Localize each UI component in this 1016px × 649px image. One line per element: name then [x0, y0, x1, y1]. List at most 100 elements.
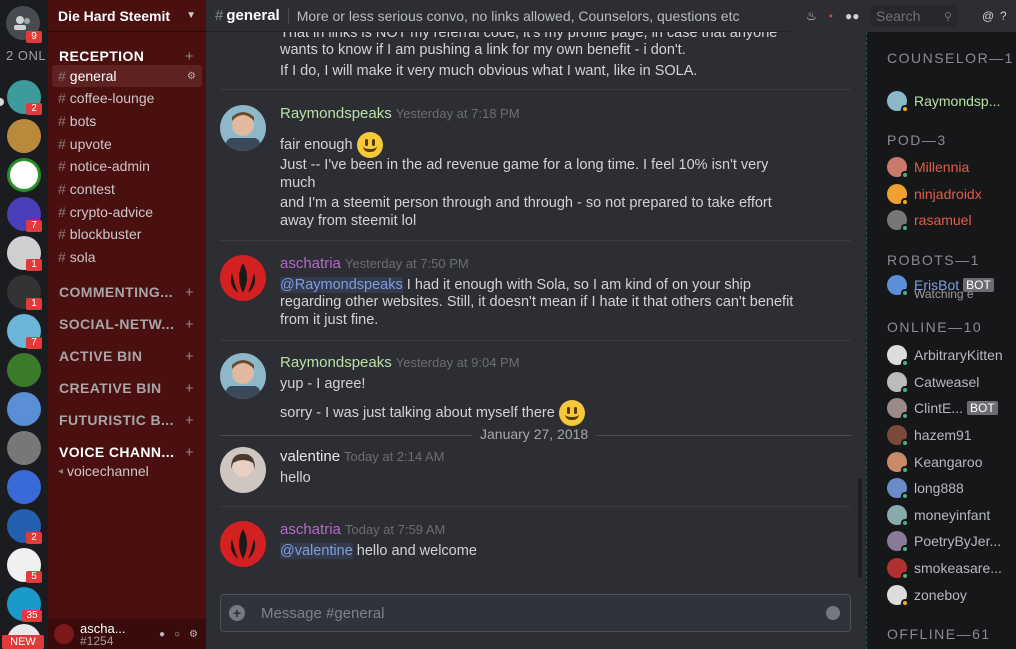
mic-icon[interactable]: ● [159, 629, 165, 640]
message-text: hello and welcome [352, 543, 477, 559]
message-author[interactable]: Raymondspeaks [280, 105, 392, 122]
gear-icon[interactable]: ⚙ [189, 629, 198, 640]
server-header[interactable]: Die Hard Steemit ▼ [48, 0, 206, 32]
mention-icon[interactable]: @ [982, 9, 994, 23]
home-mention-badge: 9 [26, 31, 42, 43]
hash-icon: # [58, 113, 66, 129]
member-item[interactable]: smokeasare... [887, 558, 1002, 580]
message-author[interactable]: aschatria [280, 255, 341, 272]
member-item[interactable]: Catweasel [887, 372, 979, 394]
category-label: CREATIVE BIN [59, 380, 162, 396]
add-channel-icon[interactable]: + [185, 444, 194, 461]
member-item[interactable]: Millennia [887, 157, 969, 179]
server-icon[interactable] [7, 470, 41, 504]
member-item[interactable]: zoneboy [887, 585, 967, 607]
member-item[interactable]: ninjadroidx [887, 184, 982, 206]
server-icon[interactable] [7, 392, 41, 426]
channel-blockbuster[interactable]: # blockbuster [52, 223, 202, 245]
channel-settings-icon[interactable]: ⚙ [187, 71, 196, 82]
avatar [887, 275, 909, 297]
category-reception[interactable]: RECEPTION + [48, 45, 206, 67]
avatar[interactable] [220, 105, 266, 151]
add-channel-icon[interactable]: + [185, 412, 194, 429]
message-line: hello [280, 470, 311, 486]
online-count: 2 ONL [6, 48, 47, 63]
category-active-bin[interactable]: ACTIVE BIN + [48, 345, 206, 367]
add-channel-icon[interactable]: + [185, 316, 194, 333]
member-item[interactable]: ArbitraryKitten [887, 345, 1003, 367]
member-list-icon[interactable]: ●● [845, 9, 860, 23]
new-badge: NEW [2, 635, 44, 649]
category-creative-bin[interactable]: CREATIVE BIN + [48, 377, 206, 399]
message-line: @Raymondspeaks I had it enough with Sola… [280, 276, 840, 294]
add-channel-icon[interactable]: + [185, 284, 194, 301]
category-social-network[interactable]: SOCIAL-NETW... + [48, 313, 206, 335]
avatar [887, 91, 909, 113]
user-mention[interactable]: @valentine [280, 543, 353, 559]
server-badge: 5 [26, 571, 42, 583]
channel-notice-admin[interactable]: # notice-admin [52, 155, 202, 177]
channel-topic: More or less serious convo, no links all… [296, 7, 740, 24]
category-futuristic[interactable]: FUTURISTIC B... + [48, 409, 206, 431]
member-item[interactable]: PoetryByJer... [887, 531, 1001, 553]
add-channel-icon[interactable]: + [185, 348, 194, 365]
member-item[interactable]: moneyinfant [887, 505, 990, 527]
user-mention[interactable]: @Raymondspeaks [280, 277, 403, 293]
message-divider [220, 506, 851, 507]
avatar[interactable] [220, 447, 266, 493]
message-author[interactable]: Raymondspeaks [280, 354, 392, 371]
user-panel: ascha... #1254 ● ○ ⚙ [48, 619, 206, 649]
server-icon[interactable] [7, 158, 41, 192]
channel-crypto-advice[interactable]: # crypto-advice [52, 201, 202, 223]
smiley-icon [558, 400, 585, 426]
upload-plus-icon[interactable]: + [229, 605, 245, 621]
date-divider: January 27, 2018 [220, 426, 851, 442]
user-avatar-image [226, 360, 260, 399]
message-line: yup - I agree! [280, 376, 366, 392]
server-icon[interactable] [7, 353, 41, 387]
member-item[interactable]: Raymondsp... [887, 91, 1000, 113]
member-item[interactable]: rasamuel [887, 210, 972, 232]
pin-icon[interactable]: • [829, 9, 833, 23]
server-icon[interactable] [7, 431, 41, 465]
channel-bots[interactable]: # bots [52, 110, 202, 132]
server-icon[interactable] [7, 119, 41, 153]
avatar [887, 345, 909, 367]
voice-channel[interactable]: ◂ voicechannel [52, 460, 202, 482]
channel-sola[interactable]: # sola [52, 246, 202, 268]
message-timestamp: Today at 7:59 AM [344, 522, 446, 537]
avatar[interactable] [220, 521, 266, 567]
avatar[interactable] [54, 624, 74, 644]
member-item[interactable]: Keangaroo [887, 452, 983, 474]
add-channel-icon[interactable]: + [185, 48, 194, 65]
hash-icon: # [215, 7, 224, 24]
message-author[interactable]: valentine [280, 448, 340, 465]
avatar [887, 531, 909, 553]
channel-coffee-lounge[interactable]: # coffee-lounge [52, 87, 202, 109]
emoji-picker-icon[interactable] [826, 606, 840, 620]
add-channel-icon[interactable]: + [185, 380, 194, 397]
message-line: and I'm a steemit person through and thr… [280, 195, 772, 211]
scrollbar[interactable] [858, 478, 862, 578]
server-badge: 2 [26, 532, 42, 544]
channel-upvote[interactable]: # upvote [52, 133, 202, 155]
bell-icon[interactable]: ♨ [806, 9, 817, 23]
channel-general[interactable]: # general ⚙ [52, 65, 202, 87]
help-icon[interactable]: ? [1000, 9, 1007, 23]
message-line: fair enough [280, 132, 840, 158]
member-category: POD—3 [887, 132, 947, 148]
headphones-icon[interactable]: ○ [174, 629, 180, 640]
member-name: long888 [914, 480, 964, 496]
avatar[interactable] [220, 353, 266, 399]
member-item[interactable]: ClintE... BOT [887, 398, 998, 420]
message-line: from it just fine. [280, 312, 379, 328]
search-input[interactable]: Search ⚲ [870, 5, 958, 27]
message-header: aschatria Today at 7:59 AM [280, 521, 445, 538]
channel-contest[interactable]: # contest [52, 178, 202, 200]
avatar[interactable] [220, 255, 266, 301]
message-author[interactable]: aschatria [280, 521, 341, 538]
message-input[interactable]: Message #general [261, 605, 384, 622]
member-item[interactable]: long888 [887, 478, 964, 500]
member-item[interactable]: hazem91 [887, 425, 972, 447]
category-commenting[interactable]: COMMENTING... + [48, 281, 206, 303]
